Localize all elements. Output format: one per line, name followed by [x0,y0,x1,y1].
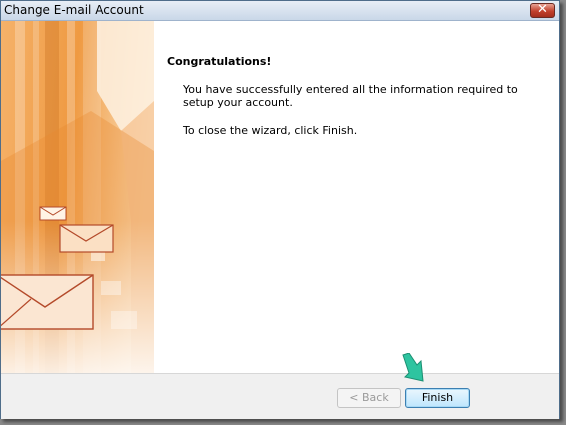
page-title: Congratulations! [167,55,272,68]
envelope-icon [1,274,94,330]
close-button[interactable]: ✕ [530,2,555,18]
decorative-banner [1,21,154,373]
instruction-message: To close the wizard, click Finish. [183,124,358,137]
button-bar: < Back Finish [1,373,559,419]
title-bar: Change E-mail Account ✕ [1,1,559,21]
pointer-arrow-icon [402,353,424,382]
finish-button[interactable]: Finish [405,388,470,408]
message-panel: Congratulations! You have successfully e… [167,55,537,152]
back-button[interactable]: < Back [337,388,401,408]
window-title: Change E-mail Account [4,3,144,17]
dialog-window: Change E-mail Account ✕ Congratulations!… [0,0,560,419]
close-icon: ✕ [537,2,548,17]
envelope-icon [59,224,114,253]
wizard-content: Congratulations! You have successfully e… [1,21,559,373]
success-message: You have successfully entered all the in… [183,83,518,109]
envelope-icon [39,206,67,221]
